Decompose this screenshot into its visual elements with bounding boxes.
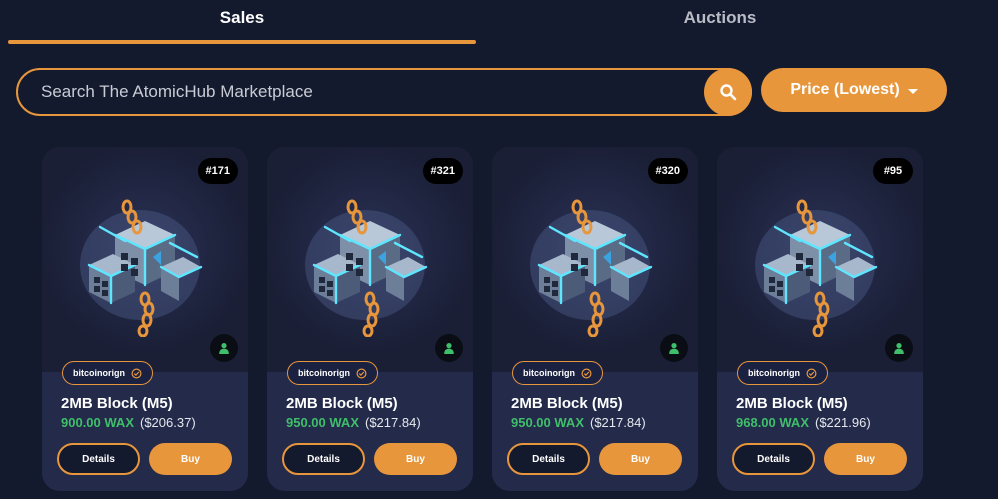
collection-tag[interactable]: bitcoinorign — [737, 361, 828, 385]
price-wax: 950.00 WAX — [511, 415, 584, 430]
price-wax: 950.00 WAX — [286, 415, 359, 430]
price-usd: ($217.84) — [590, 415, 646, 430]
asset-name: 2MB Block (M5) — [286, 395, 398, 412]
price-row: 950.00 WAX ($217.84) — [511, 415, 646, 430]
market-tabs: Sales Auctions — [0, 0, 998, 45]
user-icon — [894, 343, 904, 354]
collection-name: bitcoinorign — [73, 368, 125, 378]
price-usd: ($206.37) — [140, 415, 196, 430]
mint-number-badge: #320 — [647, 158, 688, 184]
listing-card[interactable]: #95 bitcoinorign 2MB Block (M5) 968.00 W… — [717, 147, 923, 491]
verified-icon — [806, 367, 817, 379]
buy-button[interactable]: Buy — [599, 443, 682, 475]
listing-card[interactable]: #321 bitcoinorign 2MB Block (M5) 950.00 … — [267, 147, 473, 491]
owner-button[interactable] — [885, 334, 913, 362]
price-row: 968.00 WAX ($221.96) — [736, 415, 871, 430]
verified-icon — [581, 367, 592, 379]
block-asset-image — [530, 199, 653, 337]
collection-name: bitcoinorign — [298, 368, 350, 378]
block-asset-image — [755, 199, 878, 337]
price-row: 950.00 WAX ($217.84) — [286, 415, 421, 430]
tab-auctions[interactable]: Auctions — [485, 8, 955, 28]
details-button[interactable]: Details — [507, 443, 590, 475]
buy-button[interactable]: Buy — [149, 443, 232, 475]
price-usd: ($221.96) — [815, 415, 871, 430]
owner-button[interactable] — [210, 334, 238, 362]
search-icon — [720, 84, 737, 101]
price-wax: 900.00 WAX — [61, 415, 134, 430]
mint-number-badge: #321 — [422, 158, 463, 184]
owner-button[interactable] — [660, 334, 688, 362]
tab-sales[interactable]: Sales — [8, 8, 476, 28]
buy-button[interactable]: Buy — [374, 443, 457, 475]
mint-number-badge: #95 — [873, 158, 913, 184]
price-row: 900.00 WAX ($206.37) — [61, 415, 196, 430]
asset-name: 2MB Block (M5) — [511, 395, 623, 412]
sort-dropdown[interactable]: Price (Lowest) — [761, 68, 947, 112]
collection-tag[interactable]: bitcoinorign — [62, 361, 153, 385]
details-button[interactable]: Details — [57, 443, 140, 475]
active-tab-underline — [8, 40, 476, 44]
asset-name: 2MB Block (M5) — [61, 395, 173, 412]
asset-name: 2MB Block (M5) — [736, 395, 848, 412]
caret-down-icon — [907, 88, 918, 94]
sort-label: Price (Lowest) — [790, 81, 900, 98]
search-placeholder: Search The AtomicHub Marketplace — [41, 82, 313, 101]
owner-button[interactable] — [435, 334, 463, 362]
price-wax: 968.00 WAX — [736, 415, 809, 430]
block-asset-image — [80, 199, 203, 337]
mint-number-badge: #171 — [197, 158, 238, 184]
verified-icon — [131, 367, 142, 379]
search-input[interactable]: Search The AtomicHub Marketplace — [16, 68, 752, 116]
collection-tag[interactable]: bitcoinorign — [512, 361, 603, 385]
collection-name: bitcoinorign — [523, 368, 575, 378]
verified-icon — [356, 367, 367, 379]
listing-card[interactable]: #320 bitcoinorign 2MB Block (M5) 950.00 … — [492, 147, 698, 491]
collection-name: bitcoinorign — [748, 368, 800, 378]
user-icon — [669, 343, 679, 354]
buy-button[interactable]: Buy — [824, 443, 907, 475]
collection-tag[interactable]: bitcoinorign — [287, 361, 378, 385]
block-asset-image — [305, 199, 428, 337]
details-button[interactable]: Details — [282, 443, 365, 475]
price-usd: ($217.84) — [365, 415, 421, 430]
user-icon — [219, 343, 229, 354]
details-button[interactable]: Details — [732, 443, 815, 475]
user-icon — [444, 343, 454, 354]
listing-card[interactable]: #171 bitcoinorign 2MB Block (M5) 900.00 … — [42, 147, 248, 491]
search-button[interactable] — [704, 68, 752, 116]
